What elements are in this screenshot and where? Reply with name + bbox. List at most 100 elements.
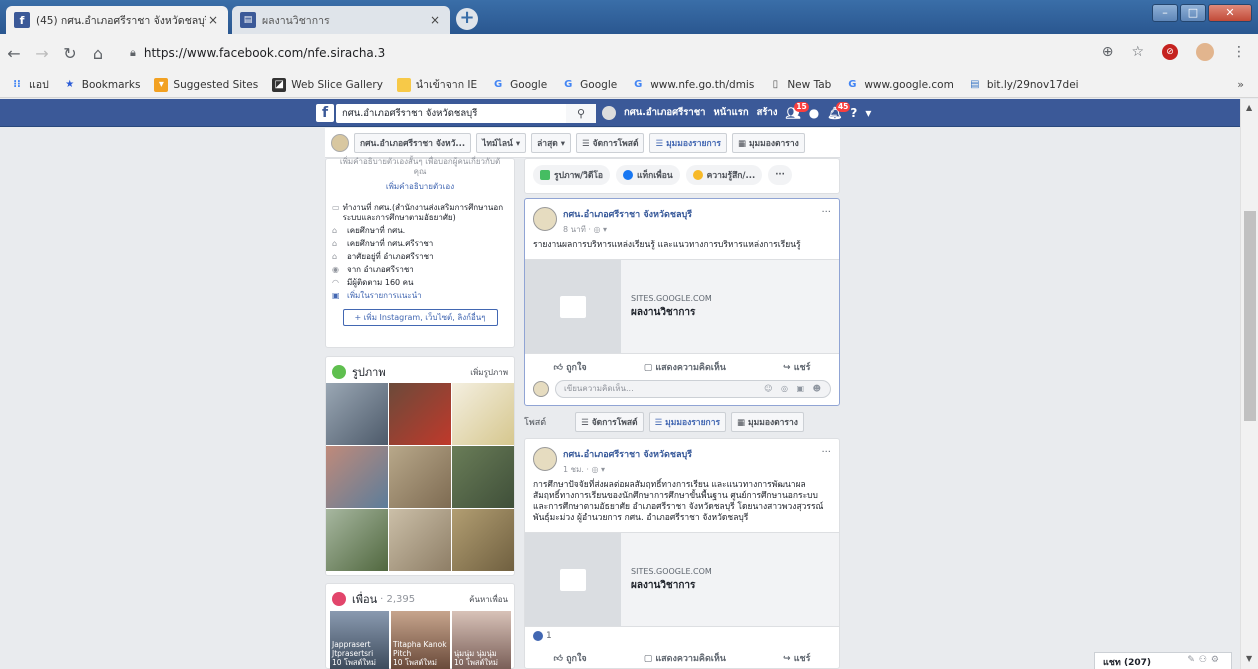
post-timestamp[interactable]: 8 นาที · ◎ ▾ [563, 223, 692, 236]
notifications-icon[interactable]: 🔔︎ 45 [827, 101, 851, 120]
star-icon[interactable]: ☆ [1131, 44, 1144, 60]
bookmark-web-slice[interactable]: ◪ Web Slice Gallery [272, 77, 383, 92]
create-link[interactable]: สร้าง [757, 105, 778, 120]
photo-thumbnail[interactable] [389, 383, 451, 445]
post-author[interactable]: กศน.อำเภอศรีราชา จังหวัดชลบุรี [563, 207, 692, 221]
manage-posts-button[interactable]: ☰ จัดการโพสต์ [576, 132, 645, 153]
more-bookmarks-icon[interactable]: » [1237, 78, 1244, 91]
reload-icon[interactable]: ↻ [56, 44, 84, 63]
bookmark-imported[interactable]: นำเข้าจาก IE [396, 76, 477, 93]
feeling-button[interactable]: ความรู้สึก/... [685, 165, 763, 185]
close-tab-icon[interactable]: × [206, 13, 220, 27]
friend-requests-icon[interactable]: 👥︎ 15 [785, 101, 809, 120]
search-input[interactable]: กศน.อำเภอศรีราชา จังหวัดชลบุรี [336, 104, 596, 123]
home-link[interactable]: หน้าแรก [714, 105, 749, 120]
photo-thumbnail[interactable] [452, 509, 514, 571]
like-button[interactable]: 👍︎ ถูกใจ [554, 651, 587, 665]
list-view-button[interactable]: ☰ มุมมองรายการ [649, 132, 727, 153]
more-options-button[interactable]: ··· [768, 165, 792, 185]
forward-icon[interactable]: → [28, 44, 56, 63]
bookmark-google-1[interactable]: G Google [491, 78, 547, 92]
avatar[interactable] [331, 133, 349, 152]
profile-avatar[interactable] [1196, 43, 1214, 61]
link-preview[interactable]: SITES.GOOGLE.COM ผลงานวิชาการ [525, 259, 839, 354]
tab-facebook[interactable]: f (45) กศน.อำเภอศรีราชา จังหวัดชลบุรี × [6, 6, 228, 34]
back-icon[interactable]: ← [0, 44, 28, 63]
avatar[interactable] [533, 447, 557, 471]
recent-dropdown[interactable]: ล่าสุด ▾ [531, 132, 572, 153]
friend-card[interactable]: Japprasert Jtprasertsri 10 โพสต์ใหม่ [330, 611, 389, 669]
photo-thumbnail[interactable] [326, 383, 388, 445]
share-button[interactable]: ↪ แชร์ [783, 651, 810, 665]
friend-card[interactable]: Titapha Kanok Pitch 10 โพสต์ใหม่ [391, 611, 450, 669]
avatar[interactable] [533, 207, 557, 231]
extension-icon[interactable]: ⊘ [1162, 44, 1178, 60]
tab-works[interactable]: ▤ ผลงานวิชาการ × [232, 6, 450, 34]
bookmark-suggested-sites[interactable]: ▾ Suggested Sites [154, 77, 258, 92]
facebook-logo-icon[interactable]: f [316, 104, 334, 122]
grid-view-button[interactable]: ▦ มุมมองตาราง [731, 132, 805, 153]
add-photos-link[interactable]: เพิ่มรูปภาพ [470, 366, 508, 379]
post-author[interactable]: กศน.อำเภอศรีราชา จังหวัดชลบุรี [563, 447, 692, 461]
profile-name-button[interactable]: กศน.อำเภอศรีราชา จังหวั... [354, 132, 472, 153]
list-view-button[interactable]: ☰ มุมมองรายการ [648, 412, 727, 432]
comment-button[interactable]: ▢ แสดงความคิดเห็น [644, 360, 726, 374]
scroll-thumb[interactable] [1244, 211, 1256, 421]
close-window-button[interactable]: ✕ [1208, 4, 1252, 22]
minimize-button[interactable]: – [1152, 4, 1178, 22]
bookmark-apps[interactable]: ⁝⁝ แอป [10, 76, 49, 93]
address-bar[interactable]: 🔒︎ https://www.facebook.com/nfe.siracha.… [130, 40, 1050, 66]
photo-thumbnail[interactable] [389, 509, 451, 571]
photo-video-button[interactable]: รูปภาพ/วิดีโอ [533, 165, 611, 185]
comment-button[interactable]: ▢ แสดงความคิดเห็น [644, 651, 726, 665]
post-options-icon[interactable]: ··· [821, 207, 831, 236]
manage-posts-button[interactable]: ☰ จัดการโพสต์ [575, 412, 644, 432]
bookmark-bitly[interactable]: ▤ bit.ly/29nov17dei [968, 78, 1079, 92]
add-links-button[interactable]: + เพิ่ม Instagram, เว็บไซต์, ลิงก์อื่นๆ [342, 309, 498, 326]
bookmark-nfe-dmis[interactable]: Gwww.nfe.go.th/dmis [631, 78, 754, 92]
bookmark-google-2[interactable]: G Google [561, 78, 617, 92]
featured-row[interactable]: ▣ เพิ่มในรายการแนะนำ [332, 291, 508, 301]
timeline-dropdown[interactable]: ไทม์ไลน์ ▾ [476, 132, 527, 153]
scroll-down-icon[interactable]: ▼ [1246, 654, 1252, 663]
photo-thumbnail[interactable] [326, 446, 388, 508]
friend-card[interactable]: นุ่มนุ่ม นุ่มนุ่ม 10 โพสต์ใหม่ [452, 611, 511, 669]
photos-title[interactable]: รูปภาพ [352, 363, 386, 381]
close-tab-icon[interactable]: × [428, 13, 442, 27]
grid-view-button[interactable]: ▦ มุมมองตาราง [731, 412, 804, 432]
comment-attachment-icons[interactable]: ☺ ◎ ▣ ☻ [764, 381, 824, 397]
avatar[interactable] [602, 105, 616, 120]
chat-bar[interactable]: แชท (207) ✎⚇⚙ [1094, 652, 1232, 669]
comment-input[interactable]: เขียนความคิดเห็น... ☺ ◎ ▣ ☻ [555, 380, 831, 398]
share-button[interactable]: ↪ แชร์ [783, 360, 810, 374]
quick-help-icon[interactable]: ? [850, 106, 857, 120]
search-icon[interactable]: ⚲ [566, 104, 596, 123]
messenger-icon[interactable]: ● [809, 106, 819, 120]
add-bio-link[interactable]: เพิ่มคำอธิบายตัวเอง [332, 180, 508, 193]
page-scrollbar[interactable]: ▲ ▼ [1240, 99, 1258, 669]
new-tab-button[interactable]: + [456, 8, 478, 30]
like-button[interactable]: 👍︎ ถูกใจ [554, 360, 587, 374]
profile-link[interactable]: กศน.อำเภอศรีราชา [624, 105, 706, 120]
post-options-icon[interactable]: ··· [821, 447, 831, 476]
link-preview[interactable]: SITES.GOOGLE.COM ผลงานวิชาการ [525, 532, 839, 627]
photo-thumbnail[interactable] [452, 446, 514, 508]
scroll-up-icon[interactable]: ▲ [1246, 103, 1252, 112]
menu-icon[interactable]: ⋮ [1232, 44, 1246, 60]
photo-thumbnail[interactable] [452, 383, 514, 445]
tag-friends-button[interactable]: แท็กเพื่อน [616, 165, 680, 185]
home-icon[interactable]: ⌂ [84, 44, 112, 63]
dropdown-arrow-icon[interactable]: ▾ [865, 106, 871, 120]
bookmark-new-tab[interactable]: ▯ New Tab [768, 78, 832, 92]
reaction-summary[interactable]: 1 [525, 627, 839, 645]
photo-thumbnail[interactable] [326, 509, 388, 571]
photo-thumbnail[interactable] [389, 446, 451, 508]
zoom-icon[interactable]: ⊕ [1102, 44, 1114, 60]
find-friends-link[interactable]: ค้นหาเพื่อน [469, 593, 508, 606]
maximize-button[interactable]: □ [1180, 4, 1206, 22]
bookmark-folder[interactable]: ★ Bookmarks [63, 78, 140, 92]
friends-title[interactable]: เพื่อน [352, 590, 377, 608]
chat-settings-icons[interactable]: ✎⚇⚙ [1187, 655, 1223, 667]
bookmark-google-com[interactable]: Gwww.google.com [845, 78, 954, 92]
post-timestamp[interactable]: 1 ชม. · ◎ ▾ [563, 463, 692, 476]
